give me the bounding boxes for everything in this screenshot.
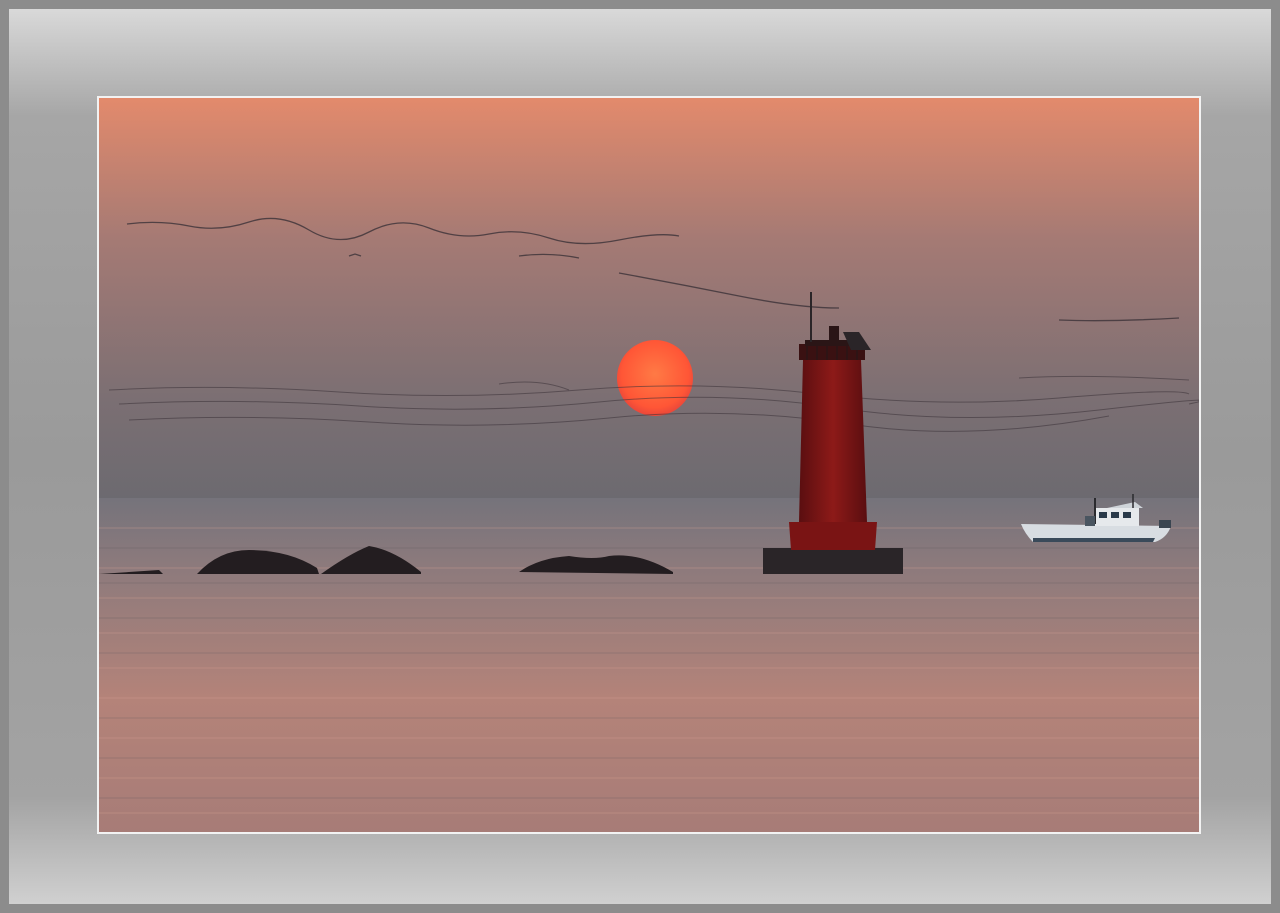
lighthouse-tower <box>799 360 867 522</box>
lighthouse-base <box>763 548 903 574</box>
photo <box>97 96 1201 834</box>
sky <box>99 98 1199 500</box>
picture-frame-mat <box>0 0 1280 913</box>
lighthouse-lower-ring <box>789 522 877 550</box>
sunset-scene <box>99 98 1199 832</box>
sun <box>617 340 693 416</box>
